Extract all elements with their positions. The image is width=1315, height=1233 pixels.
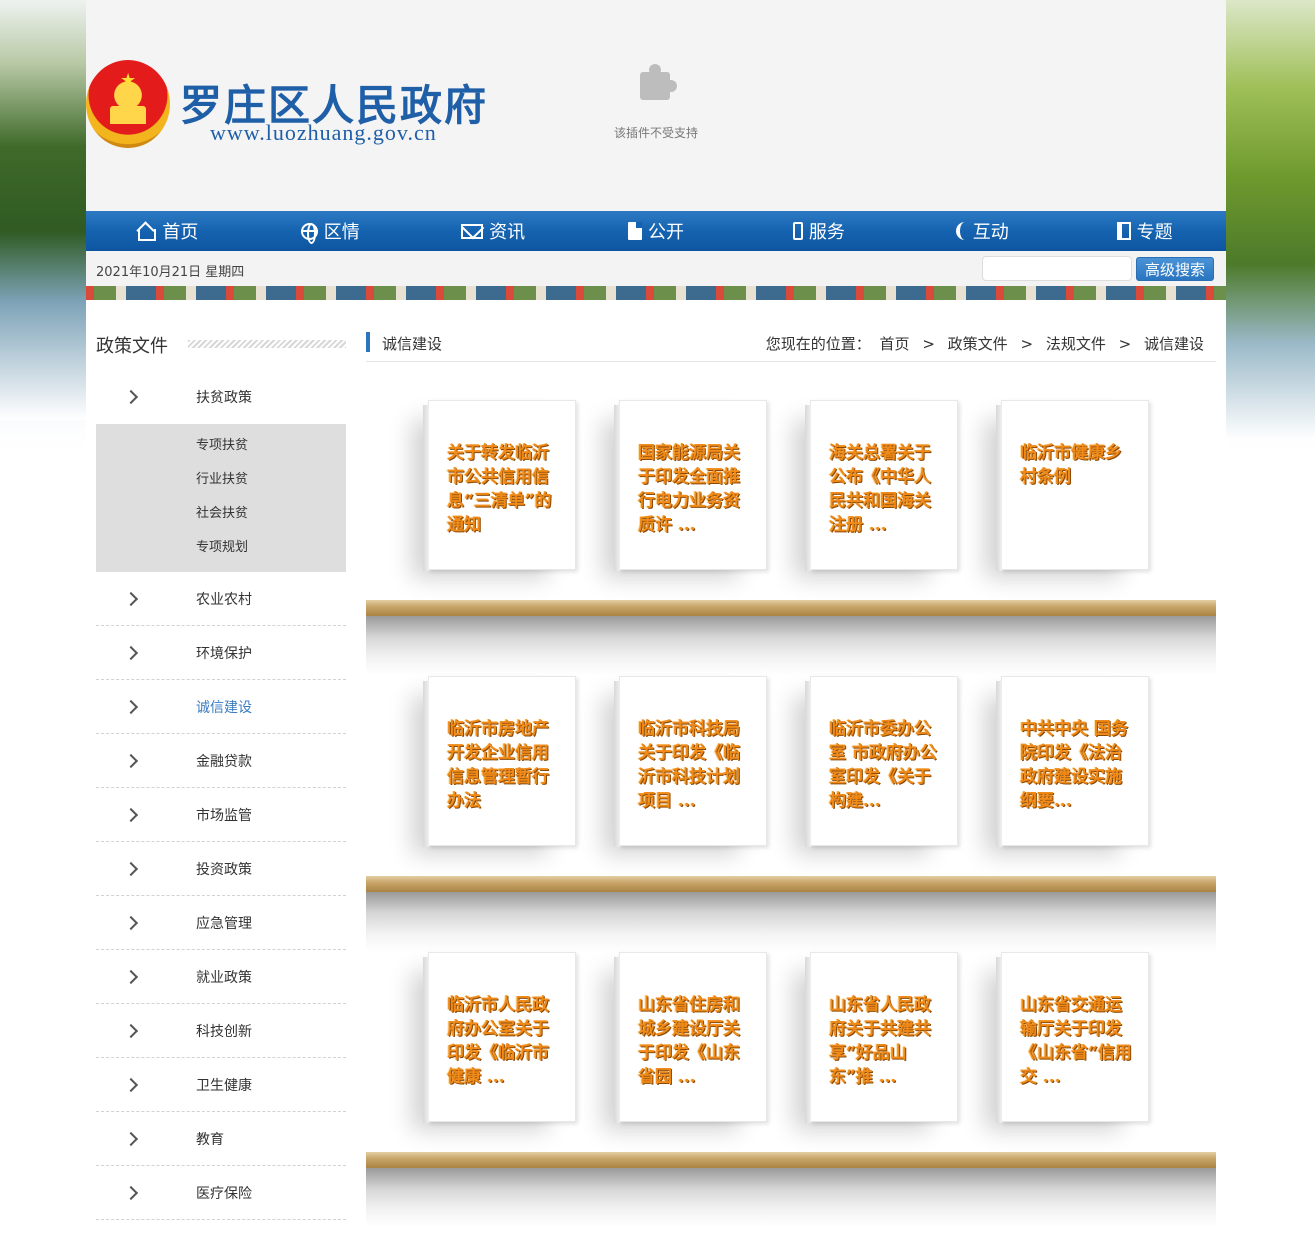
breadcrumb-separator: > (1118, 335, 1132, 353)
sidebar-item[interactable]: 金融贷款 (96, 734, 346, 788)
sidebar-item[interactable]: 科技创新 (96, 1004, 346, 1058)
chevron-right-icon (123, 915, 139, 931)
document-title: 山东省人民政府关于共建共享“好品山东”推 ... (829, 995, 931, 1087)
chevron-right-icon (123, 1131, 139, 1147)
document-title: 关于转发临沂市公共信用信息“三清单”的通知 (447, 443, 552, 535)
sidebar-item-label: 科技创新 (196, 1024, 252, 1040)
sidebar-item-label: 金融贷款 (196, 754, 252, 770)
shelf-plank (366, 1152, 1216, 1168)
document-title: 临沂市委办公室 市政府办公室印发《关于构建... (829, 719, 937, 811)
sidebar-item[interactable]: 投资政策 (96, 842, 346, 896)
breadcrumb-separator: > (922, 335, 935, 353)
sidebar-list: 农业农村 环境保护 诚信建设 金融贷款 市场监管 投资政策 应急管理 就业政策 … (96, 572, 346, 1220)
breadcrumb-link[interactable]: 首页 (880, 335, 910, 353)
document-title: 海关总署关于公布《中华人民共和国海关注册 ... (829, 443, 931, 535)
title-accent-bar (366, 332, 370, 352)
shelf-plank (366, 600, 1216, 616)
sidebar-item-label: 投资政策 (196, 862, 252, 878)
bookshelf-row: 关于转发临沂市公共信用信息“三清单”的通知 国家能源局关于印发全面推行电力业务资… (366, 400, 1216, 676)
chevron-right-icon (123, 1077, 139, 1093)
document-book[interactable]: 临沂市科技局关于印发《临沂市科技计划项目 ... (614, 676, 767, 847)
breadcrumb: 您现在的位置： 首页 > 政策文件 > 法规文件 > 诚信建设 (764, 333, 1206, 354)
document-book[interactable]: 中共中央 国务院印发《法治政府建设实施纲要... (996, 676, 1149, 847)
sidebar-submenu: 专项扶贫 行业扶贫 社会扶贫 专项规划 (96, 424, 346, 572)
breadcrumb-link[interactable]: 政策文件 (948, 335, 1008, 353)
sidebar-subitem[interactable]: 社会扶贫 (96, 500, 346, 534)
sidebar-item[interactable]: 市场监管 (96, 788, 346, 842)
sidebar-item-label: 教育 (196, 1132, 224, 1148)
document-title: 临沂市健康乡村条例 (1020, 443, 1122, 487)
sidebar-item[interactable]: 卫生健康 (96, 1058, 346, 1112)
sidebar-title: 政策文件 (96, 336, 168, 357)
sidebar-item[interactable]: 教育 (96, 1112, 346, 1166)
sidebar-item-label: 卫生健康 (196, 1078, 252, 1094)
sidebar-item-label: 医疗保险 (196, 1186, 252, 1202)
sidebar-header: 政策文件 (96, 326, 346, 362)
document-book[interactable]: 临沂市房地产开发企业信用信息管理暂行办法 (423, 676, 576, 847)
sidebar-item-label: 就业政策 (196, 970, 252, 986)
chevron-right-icon (123, 1023, 139, 1039)
document-book[interactable]: 山东省交通运输厅关于印发《山东省“信用交 ... (996, 952, 1149, 1123)
sidebar-item-label: 市场监管 (196, 808, 252, 824)
document-title: 山东省住房和城乡建设厅关于印发《山东省园 ... (638, 995, 740, 1087)
breadcrumb-prefix: 您现在的位置： (765, 335, 871, 353)
document-title: 中共中央 国务院印发《法治政府建设实施纲要... (1020, 719, 1128, 811)
sidebar-subitem[interactable]: 专项扶贫 (96, 432, 346, 466)
sidebar-header-decoration (188, 340, 346, 348)
sidebar-subitem[interactable]: 行业扶贫 (96, 466, 346, 500)
document-book[interactable]: 山东省住房和城乡建设厅关于印发《山东省园 ... (614, 952, 767, 1123)
bookshelf-row: 临沂市人民政府办公室关于印发《临沂市健康 ... 山东省住房和城乡建设厅关于印发… (366, 952, 1216, 1228)
document-book[interactable]: 临沂市人民政府办公室关于印发《临沂市健康 ... (423, 952, 576, 1123)
content-wrapper: 政策文件 扶贫政策 专项扶贫 行业扶贫 社会扶贫 专项规划 农业农村 环境保护 … (86, 0, 1226, 1233)
sidebar-item[interactable]: 应急管理 (96, 896, 346, 950)
background-trees-left (0, 0, 86, 420)
document-book[interactable]: 临沂市健康乡村条例 (996, 400, 1149, 571)
sidebar-subitem[interactable]: 专项规划 (96, 534, 346, 568)
chevron-right-icon (123, 753, 139, 769)
shelf-shadow (366, 1168, 1216, 1228)
document-book[interactable]: 国家能源局关于印发全面推行电力业务资质许 ... (614, 400, 767, 571)
breadcrumb-link[interactable]: 法规文件 (1046, 335, 1106, 353)
sidebar-item-label: 诚信建设 (196, 700, 252, 716)
chevron-right-icon (123, 389, 139, 405)
sidebar-item-label: 扶贫政策 (196, 390, 252, 406)
chevron-right-icon (123, 969, 139, 985)
chevron-right-icon (123, 861, 139, 877)
sidebar-item[interactable]: 环境保护 (96, 626, 346, 680)
shelf-shadow (366, 616, 1216, 676)
chevron-right-icon (123, 591, 139, 607)
sidebar-item[interactable]: 就业政策 (96, 950, 346, 1004)
sidebar-item-label: 农业农村 (196, 592, 252, 608)
sidebar-item[interactable]: 农业农村 (96, 572, 346, 626)
chevron-right-icon (123, 1185, 139, 1201)
document-title: 国家能源局关于印发全面推行电力业务资质许 ... (638, 443, 740, 535)
main-header: 诚信建设 您现在的位置： 首页 > 政策文件 > 法规文件 > 诚信建设 (366, 326, 1216, 362)
shelf-shadow (366, 892, 1216, 952)
document-book[interactable]: 山东省人民政府关于共建共享“好品山东”推 ... (805, 952, 958, 1123)
page-title: 诚信建设 (382, 335, 443, 353)
sidebar-item-active[interactable]: 诚信建设 (96, 680, 346, 734)
document-book[interactable]: 海关总署关于公布《中华人民共和国海关注册 ... (805, 400, 958, 571)
chevron-right-icon (123, 645, 139, 661)
breadcrumb-current: 诚信建设 (1143, 335, 1204, 353)
breadcrumb-separator: > (1020, 335, 1034, 353)
shelf-plank (366, 876, 1216, 892)
document-book[interactable]: 临沂市委办公室 市政府办公室印发《关于构建... (805, 676, 958, 847)
chevron-right-icon (123, 699, 139, 715)
bookshelf-row: 临沂市房地产开发企业信用信息管理暂行办法 临沂市科技局关于印发《临沂市科技计划项… (366, 676, 1216, 952)
chevron-right-icon (123, 807, 139, 823)
document-title: 临沂市人民政府办公室关于印发《临沂市健康 ... (447, 995, 549, 1087)
background-trees-right (1226, 0, 1315, 440)
sidebar-item[interactable]: 医疗保险 (96, 1166, 346, 1220)
document-book[interactable]: 关于转发临沂市公共信用信息“三清单”的通知 (423, 400, 576, 571)
sidebar-item-label: 应急管理 (196, 916, 252, 932)
sidebar-item-poverty-policy[interactable]: 扶贫政策 (96, 362, 346, 424)
document-title: 临沂市科技局关于印发《临沂市科技计划项目 ... (638, 719, 740, 811)
sidebar-item-label: 环境保护 (196, 646, 252, 662)
main-content: 诚信建设 您现在的位置： 首页 > 政策文件 > 法规文件 > 诚信建设 关于转… (366, 326, 1216, 1228)
document-title: 临沂市房地产开发企业信用信息管理暂行办法 (447, 719, 549, 811)
document-title: 山东省交通运输厅关于印发《山东省“信用交 ... (1020, 995, 1132, 1087)
sidebar: 政策文件 扶贫政策 专项扶贫 行业扶贫 社会扶贫 专项规划 农业农村 环境保护 … (96, 326, 346, 1220)
